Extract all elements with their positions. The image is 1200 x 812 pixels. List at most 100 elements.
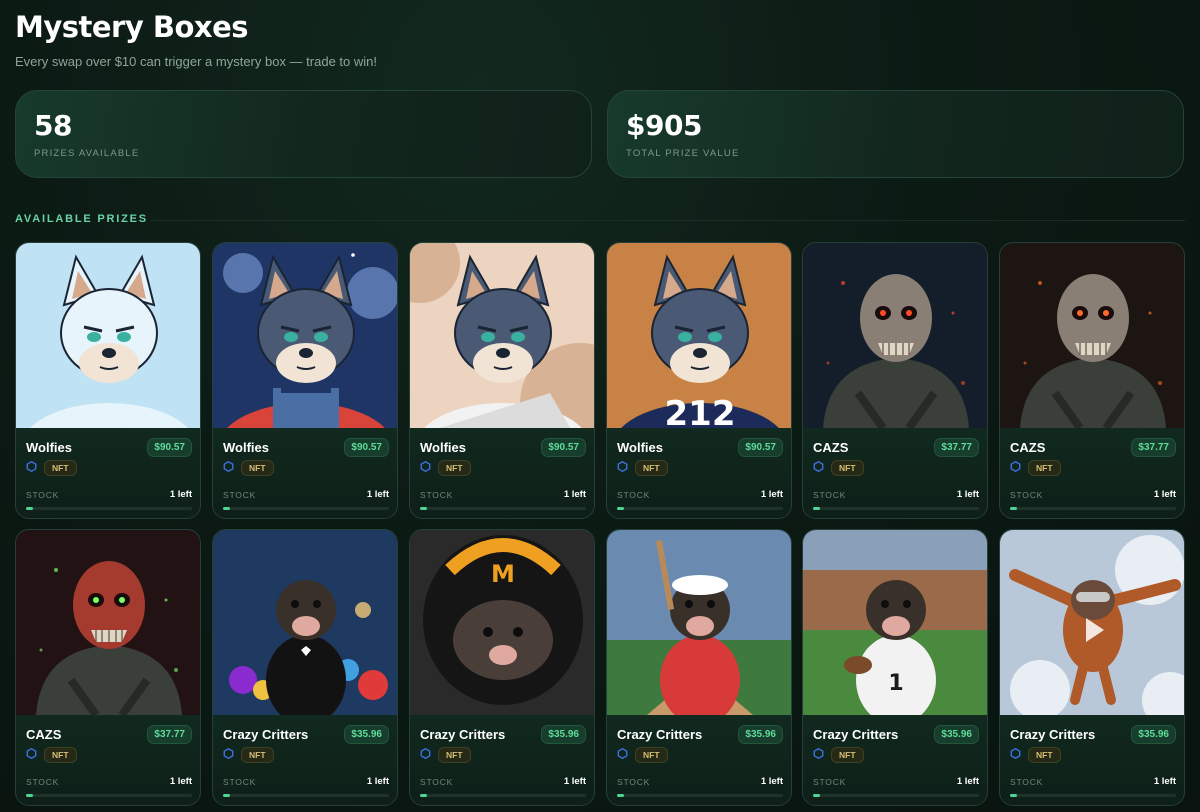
chain-hexagon-icon	[813, 461, 824, 472]
prize-card[interactable]: 212 Wolfies $90.57 NFT STOCK 1 left	[606, 242, 792, 519]
prize-card[interactable]: Wolfies $90.57 NFT STOCK 1 left	[212, 242, 398, 519]
page-title: Mystery Boxes	[15, 10, 249, 44]
price-badge: $90.57	[147, 438, 192, 457]
prize-body: CAZS $37.77 NFT STOCK 1 left	[1000, 428, 1184, 518]
prize-card[interactable]: CAZS $37.77 NFT STOCK 1 left	[15, 529, 201, 806]
stock-value: 1 left	[563, 489, 586, 500]
chain-hexagon-icon	[617, 748, 628, 759]
stock-label: STOCK	[617, 490, 651, 500]
stock-progress-fill	[1010, 794, 1017, 797]
stat-card-total-prize-value: $905 TOTAL PRIZE VALUE	[607, 90, 1184, 178]
stock-progress-bar	[420, 507, 586, 510]
stock-value: 1 left	[563, 776, 586, 787]
price-badge: $90.57	[541, 438, 586, 457]
stock-progress-bar	[26, 507, 192, 510]
chain-hexagon-icon	[223, 461, 234, 472]
chain-hexagon-icon	[420, 461, 431, 472]
stat-label: PRIZES AVAILABLE	[34, 148, 140, 159]
chain-hexagon-icon	[420, 748, 431, 759]
chain-hexagon-icon	[223, 748, 234, 759]
stock-label: STOCK	[26, 490, 60, 500]
stock-value: 1 left	[169, 489, 192, 500]
prize-card[interactable]: Crazy Critters $35.96 NFT STOCK 1 left	[999, 529, 1185, 806]
stock-label: STOCK	[1010, 777, 1044, 787]
prize-name: Wolfies	[26, 440, 72, 455]
prize-name: Crazy Critters	[1010, 727, 1096, 742]
stock-progress-bar	[420, 794, 586, 797]
stock-value: 1 left	[366, 489, 389, 500]
prize-card[interactable]: M Crazy Critters $35.96 NFT STOCK 1 left	[409, 529, 595, 806]
stock-progress-bar	[1010, 794, 1176, 797]
stock-progress-bar	[813, 794, 979, 797]
prize-image	[803, 243, 987, 428]
nft-type-badge: NFT	[635, 747, 668, 763]
price-badge: $90.57	[344, 438, 389, 457]
stock-progress-bar	[813, 507, 979, 510]
page-subtitle: Every swap over $10 can trigger a myster…	[15, 54, 377, 69]
prize-card[interactable]: Crazy Critters $35.96 NFT STOCK 1 left	[606, 529, 792, 806]
prize-name: Crazy Critters	[420, 727, 506, 742]
nft-type-badge: NFT	[241, 747, 274, 763]
prize-card[interactable]: Wolfies $90.57 NFT STOCK 1 left	[15, 242, 201, 519]
stat-card-prizes-available: 58 PRIZES AVAILABLE	[15, 90, 592, 178]
prize-name: CAZS	[26, 727, 62, 742]
stat-value: 58	[34, 109, 72, 142]
price-badge: $35.96	[344, 725, 389, 744]
stock-value: 1 left	[1153, 776, 1176, 787]
chain-hexagon-icon	[617, 461, 628, 472]
prize-body: Wolfies $90.57 NFT STOCK 1 left	[213, 428, 397, 518]
stat-label: TOTAL PRIZE VALUE	[626, 148, 740, 159]
chain-hexagon-icon	[813, 748, 824, 759]
nft-type-badge: NFT	[438, 747, 471, 763]
stock-progress-fill	[1010, 507, 1017, 510]
prize-image	[607, 530, 791, 715]
stock-value: 1 left	[1153, 489, 1176, 500]
prize-card[interactable]: Crazy Critters $35.96 NFT STOCK 1 left	[212, 529, 398, 806]
chain-hexagon-icon	[1010, 461, 1021, 472]
chain-hexagon-icon	[26, 748, 37, 759]
prize-body: Crazy Critters $35.96 NFT STOCK 1 left	[607, 715, 791, 805]
prize-body: CAZS $37.77 NFT STOCK 1 left	[803, 428, 987, 518]
prize-body: Crazy Critters $35.96 NFT STOCK 1 left	[1000, 715, 1184, 805]
stock-value: 1 left	[956, 776, 979, 787]
prize-card[interactable]: CAZS $37.77 NFT STOCK 1 left	[802, 242, 988, 519]
prize-image	[1000, 243, 1184, 428]
stock-progress-fill	[26, 794, 33, 797]
prize-image	[410, 243, 594, 428]
stock-label: STOCK	[1010, 490, 1044, 500]
section-divider	[150, 220, 1185, 221]
prize-card[interactable]: Wolfies $90.57 NFT STOCK 1 left	[409, 242, 595, 519]
prize-body: Crazy Critters $35.96 NFT STOCK 1 left	[803, 715, 987, 805]
stock-label: STOCK	[813, 777, 847, 787]
stock-progress-fill	[223, 507, 230, 510]
chain-hexagon-icon	[1010, 748, 1021, 759]
stock-progress-fill	[813, 507, 820, 510]
stock-progress-fill	[813, 794, 820, 797]
prize-body: Wolfies $90.57 NFT STOCK 1 left	[607, 428, 791, 518]
stock-progress-bar	[617, 507, 783, 510]
prize-name: Crazy Critters	[617, 727, 703, 742]
stock-progress-bar	[1010, 507, 1176, 510]
prize-image	[213, 243, 397, 428]
svg-text:212: 212	[665, 394, 736, 428]
stock-value: 1 left	[169, 776, 192, 787]
nft-type-badge: NFT	[635, 460, 668, 476]
prize-body: Wolfies $90.57 NFT STOCK 1 left	[16, 428, 200, 518]
nft-type-badge: NFT	[831, 460, 864, 476]
stock-value: 1 left	[760, 776, 783, 787]
prize-body: Crazy Critters $35.96 NFT STOCK 1 left	[410, 715, 594, 805]
price-badge: $37.77	[934, 438, 979, 457]
nft-type-badge: NFT	[241, 460, 274, 476]
prize-name: CAZS	[1010, 440, 1046, 455]
prize-name: Wolfies	[223, 440, 269, 455]
price-badge: $35.96	[1131, 725, 1176, 744]
prize-image	[16, 243, 200, 428]
svg-text:M: M	[491, 560, 515, 588]
nft-type-badge: NFT	[831, 747, 864, 763]
prize-card[interactable]: CAZS $37.77 NFT STOCK 1 left	[999, 242, 1185, 519]
prize-name: CAZS	[813, 440, 849, 455]
stock-label: STOCK	[420, 777, 454, 787]
stock-progress-fill	[420, 794, 427, 797]
prize-card[interactable]: 1 Crazy Critters $35.96 NFT STOCK 1 left	[802, 529, 988, 806]
stock-label: STOCK	[223, 777, 257, 787]
